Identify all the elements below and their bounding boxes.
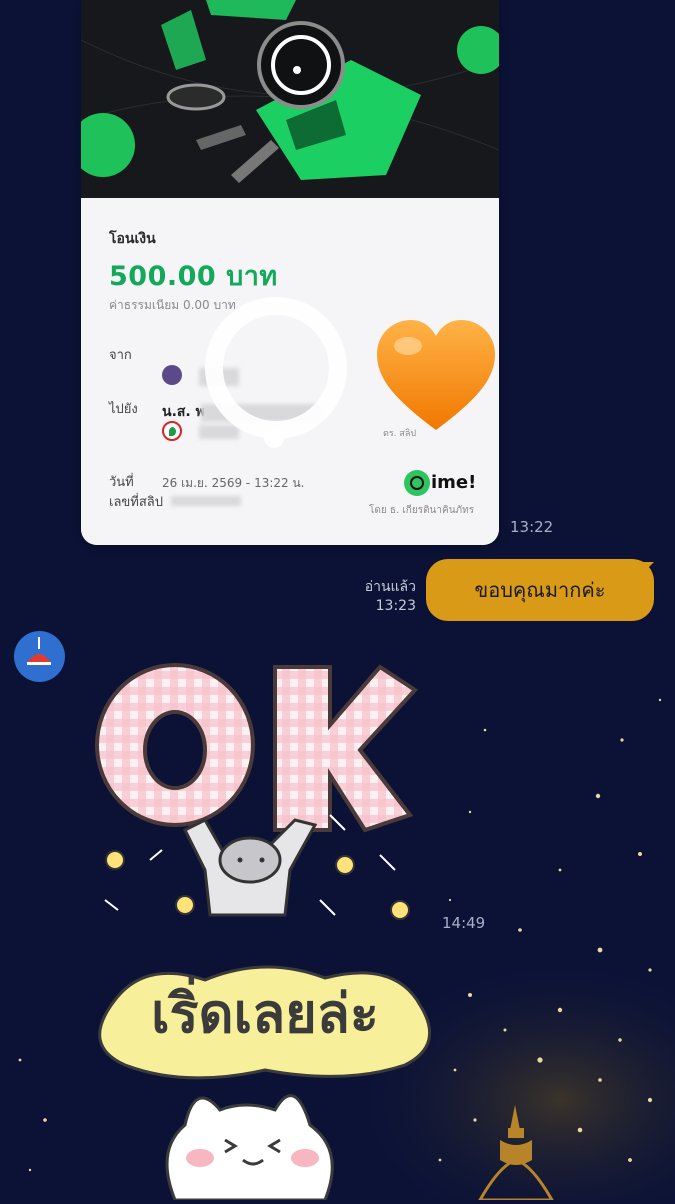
dime-watermark-icon bbox=[205, 297, 347, 448]
read-time: 13:23 bbox=[375, 598, 416, 614]
sticker-caption: เริ่ดเลยล่ะ bbox=[151, 982, 379, 1045]
reply-bubble[interactable]: ขอบคุณมากค่ะ bbox=[426, 559, 654, 621]
to-label: ไปยัง bbox=[109, 402, 138, 417]
sticker-timestamp: 14:49 bbox=[442, 914, 486, 932]
date-label: วันที่ bbox=[109, 475, 134, 490]
slip-timestamp: 13:22 bbox=[510, 518, 554, 536]
ok-sticker-art bbox=[95, 663, 419, 920]
read-label: อ่านแล้ว bbox=[364, 579, 416, 595]
avatar[interactable] bbox=[14, 631, 65, 682]
ref-label: เลขที่สลิป bbox=[109, 495, 164, 510]
heart-emoji-icon bbox=[377, 320, 495, 430]
ok-sticker[interactable] bbox=[90, 655, 440, 935]
read-receipt: อ่านแล้ว 13:23 bbox=[340, 578, 416, 616]
reoed-loei-sticker[interactable]: เริ่ดเลยล่ะ bbox=[85, 960, 445, 1202]
bank-kk-icon bbox=[162, 365, 182, 385]
transfer-slip-card[interactable]: โอนเงิน 500.00 บาท ค่าธรรมเนียม 0.00 บาท… bbox=[81, 0, 499, 545]
from-label: จาก bbox=[109, 348, 132, 363]
slip-banner-image bbox=[81, 0, 499, 198]
lamp-avatar-icon bbox=[27, 637, 51, 665]
money-illustration bbox=[81, 0, 499, 198]
bank-kbank-icon bbox=[162, 421, 182, 441]
date-value: 26 เม.ย. 2569 - 13:22 น. bbox=[162, 476, 305, 490]
bank-footer: โดย ธ. เกียรตินาคินภัทร bbox=[369, 505, 475, 516]
redacted-ref bbox=[171, 496, 241, 506]
dime-logo-icon bbox=[404, 470, 430, 496]
reply-text: ขอบคุณมากค่ะ bbox=[474, 578, 606, 602]
dime-brand: ime! bbox=[431, 472, 477, 493]
slip-title: โอนเงิน bbox=[109, 231, 156, 247]
